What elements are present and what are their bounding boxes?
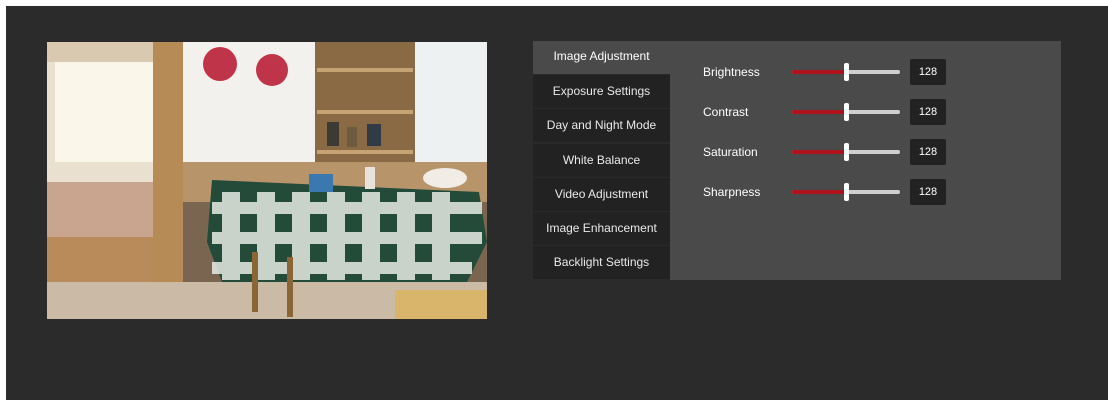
- saturation-row: Saturation 128: [703, 139, 1043, 165]
- slider-thumb[interactable]: [844, 63, 849, 81]
- slider-fill: [792, 150, 846, 154]
- brightness-slider[interactable]: [792, 63, 900, 81]
- menu-item-day-night-mode[interactable]: Day and Night Mode: [533, 109, 670, 143]
- saturation-label: Saturation: [703, 145, 758, 159]
- settings-menu: Image Adjustment Exposure Settings Day a…: [533, 41, 670, 280]
- contrast-label: Contrast: [703, 105, 749, 119]
- slider-thumb[interactable]: [844, 183, 849, 201]
- video-preview: [47, 42, 487, 319]
- menu-item-video-adjustment[interactable]: Video Adjustment: [533, 177, 670, 211]
- saturation-value[interactable]: 128: [910, 139, 946, 165]
- camera-settings-app: Image Adjustment Exposure Settings Day a…: [6, 6, 1108, 400]
- settings-panel: Image Adjustment Exposure Settings Day a…: [533, 41, 1061, 280]
- menu-item-image-enhancement[interactable]: Image Enhancement: [533, 211, 670, 245]
- sharpness-label: Sharpness: [703, 185, 761, 199]
- sharpness-row: Sharpness 128: [703, 179, 1043, 205]
- brightness-value[interactable]: 128: [910, 59, 946, 85]
- slider-fill: [792, 110, 846, 114]
- brightness-label: Brightness: [703, 65, 760, 79]
- slider-fill: [792, 190, 846, 194]
- slider-thumb[interactable]: [844, 143, 849, 161]
- menu-item-white-balance[interactable]: White Balance: [533, 143, 670, 177]
- sharpness-value[interactable]: 128: [910, 179, 946, 205]
- menu-item-image-adjustment[interactable]: Image Adjustment: [533, 41, 670, 74]
- saturation-slider[interactable]: [792, 143, 900, 161]
- contrast-slider[interactable]: [792, 103, 900, 121]
- video-preview-image: [47, 42, 487, 319]
- slider-fill: [792, 70, 846, 74]
- contrast-row: Contrast 128: [703, 99, 1043, 125]
- menu-item-backlight-settings[interactable]: Backlight Settings: [533, 246, 670, 280]
- brightness-row: Brightness 128: [703, 59, 1043, 85]
- slider-thumb[interactable]: [844, 103, 849, 121]
- contrast-value[interactable]: 128: [910, 99, 946, 125]
- sharpness-slider[interactable]: [792, 183, 900, 201]
- menu-item-exposure-settings[interactable]: Exposure Settings: [533, 75, 670, 109]
